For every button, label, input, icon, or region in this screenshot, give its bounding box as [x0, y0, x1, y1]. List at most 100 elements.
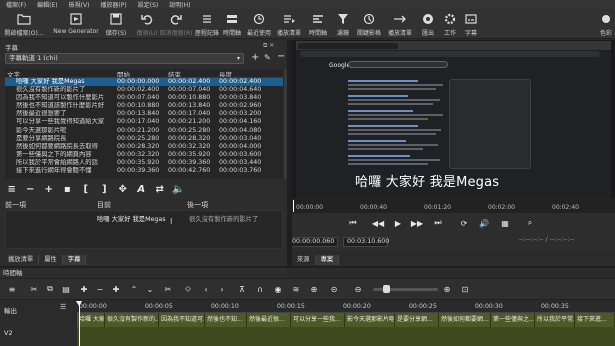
menu-settings[interactable]: 設定(S)	[138, 0, 159, 9]
subtitle-clip[interactable]: 然後也不知...	[205, 313, 247, 327]
table-row[interactable]: 所以我於平常會給網路人的話 00:00:35.920 00:00:39.360 00:…	[5, 159, 283, 167]
tab-properties[interactable]: 屬性	[39, 255, 63, 265]
timeline-button[interactable]: 時間軸	[306, 11, 330, 38]
playlist-button[interactable]: 播放清單	[275, 11, 303, 38]
tab-playlist[interactable]: 播放清單	[3, 255, 40, 265]
filters-button[interactable]: 濾鏡	[334, 11, 352, 38]
set-end-icon[interactable]: ]	[98, 183, 112, 196]
cut-icon[interactable]: ✂	[28, 283, 40, 295]
menu-player[interactable]: 播放器(P)	[100, 0, 126, 9]
tab-subtitles[interactable]: 字幕	[62, 255, 87, 265]
table-row[interactable]: 接下來進行網年得會聽不懂 00:00:39.360 00:00:42.760 00:0…	[5, 167, 283, 175]
remove-track-icon[interactable]: −	[277, 51, 285, 62]
player-ruler[interactable]: 00:00:00 00:00:40 00:01:20 00:02:00 00:0…	[292, 198, 615, 213]
subtitle-track[interactable]: 哈囉 大家...很久沒有製作新的...因為我不知道可...然後也不知...然後最…	[77, 313, 615, 327]
keyframes-button[interactable]: 關鍵影格	[356, 11, 382, 38]
current-timecode[interactable]: 00:00:00.060	[288, 237, 338, 247]
current-subtitle-text[interactable]: 哈囉 大家好 我是Megas	[97, 214, 166, 223]
tab-project[interactable]: 專案	[315, 255, 340, 265]
col-text[interactable]: 文字	[5, 69, 117, 77]
copy-icon[interactable]: ⧉	[44, 283, 56, 295]
undo-button[interactable]: 復原(U)	[135, 11, 159, 38]
history-log-button[interactable]: 播放清單	[386, 11, 414, 38]
edit-track-icon[interactable]: ✎	[264, 53, 271, 62]
subtitle-clip[interactable]: 所以我於平常...	[535, 313, 575, 327]
subtitle-clip[interactable]: 很久沒有製作新的...	[105, 313, 159, 327]
export-button[interactable]: 匯出	[418, 11, 438, 38]
menu-lines-icon[interactable]: ≡	[6, 283, 18, 295]
open-file-button[interactable]: 開啟檔案(O)...	[2, 11, 46, 38]
timeline-ruler[interactable]: 00:00:00 00:00:05 00:00:10 00:00:15 00:0…	[77, 301, 615, 313]
table-row[interactable]: 是要分享網路院長 00:00:25.280 00:00:28.320 00:00:03…	[5, 135, 283, 143]
tab-source[interactable]: 來源	[292, 255, 316, 265]
subtitle-clip[interactable]: 接下來進...	[575, 313, 615, 327]
subtitles-button[interactable]: 字幕	[461, 11, 481, 38]
table-row[interactable]: 很久沒有製作新的影片了 00:00:02.400 00:00:07.040 00:00…	[5, 86, 283, 94]
table-row[interactable]: 然後如何都要網路院長去取得 00:00:28.320 00:00:32.320 00:…	[5, 143, 283, 151]
overwrite-icon[interactable]: ▪	[61, 183, 75, 196]
subtitle-clip[interactable]: 然後如何都要網...	[439, 313, 491, 327]
add-subtitle-icon[interactable]: +	[42, 183, 56, 196]
burn-in-icon[interactable]: A	[135, 183, 149, 196]
timeline-toggle-button[interactable]: 時間軸	[222, 11, 242, 38]
track-menu-icon[interactable]: ☰	[60, 303, 66, 311]
history-button[interactable]: 歷程記錄	[195, 11, 219, 38]
remove-subtitle-icon[interactable]: −	[24, 183, 38, 196]
up-icon[interactable]: ⌃	[128, 283, 140, 295]
timeline-playhead-handle[interactable]	[76, 301, 82, 306]
fast-forward-icon[interactable]: ▶▶	[411, 217, 423, 229]
col-start[interactable]: 開始	[117, 69, 168, 77]
ripple-all-icon[interactable]: ⊕	[308, 283, 320, 295]
menu-file[interactable]: 檔案(F)	[6, 0, 26, 9]
ripple-icon[interactable]: ≋	[290, 283, 302, 295]
down-icon[interactable]: ⌄	[144, 283, 156, 295]
track-v2-name[interactable]: V2	[4, 329, 13, 337]
track-output-name[interactable]: 輸出	[4, 305, 17, 315]
jobs-button[interactable]: 工作	[440, 11, 460, 38]
set-start-icon[interactable]: [	[79, 183, 93, 196]
track-v2[interactable]	[77, 327, 615, 346]
play-icon[interactable]: ▶	[392, 217, 404, 229]
redo-button[interactable]: 取消復原(R)	[160, 11, 192, 38]
zoom-fit-icon[interactable]: ⊡	[459, 283, 471, 295]
subtitle-clip[interactable]: 因為我不知道可...	[159, 313, 205, 327]
grid-icon[interactable]: ▦	[499, 217, 511, 229]
next-marker-icon[interactable]: ›	[216, 283, 228, 295]
volume-icon[interactable]: 🔊	[478, 217, 490, 229]
subtitle-track-combo[interactable]: 字幕軌道 1 (chi) ▾	[5, 53, 244, 64]
skip-start-icon[interactable]: ⏮	[347, 217, 359, 229]
subtitle-clip[interactable]: 是要分享網...	[395, 313, 439, 327]
ripple-delete-icon[interactable]: −	[94, 283, 106, 295]
player-playhead[interactable]	[293, 200, 294, 212]
zoom-in-icon[interactable]: ⊕	[441, 283, 453, 295]
zoom-out-icon[interactable]: ⊖	[352, 283, 364, 295]
ripple-markers-icon[interactable]: ⊝	[328, 283, 340, 295]
add-track-icon[interactable]: +	[251, 52, 259, 63]
table-row[interactable]: 然後最近很想要了 00:00:13.840 00:00:17.040 00:00:03…	[5, 110, 283, 118]
generate-text-icon[interactable]: ⇄	[153, 183, 167, 196]
scrub-icon[interactable]: ◉	[272, 283, 284, 295]
magnet-icon[interactable]: ∩	[254, 283, 266, 295]
table-row[interactable]: 然後也不知道該製作什麼影片好 00:00:10.880 00:00:13.840 00…	[5, 102, 283, 110]
snap-icon[interactable]: ⊼	[236, 283, 248, 295]
timeline-playhead[interactable]	[79, 303, 80, 346]
append-icon[interactable]: ✚	[78, 283, 90, 295]
subtitle-clip[interactable]: 可以分享一些我...	[291, 313, 345, 327]
rewind-icon[interactable]: ◀◀	[372, 217, 384, 229]
recent-button[interactable]: 最近使用	[245, 11, 273, 38]
vertical-splitter[interactable]	[287, 40, 292, 266]
menu-lines-icon[interactable]: ≡	[5, 183, 19, 196]
menu-help[interactable]: 說明(H)	[169, 0, 190, 9]
panel-float-close-icon[interactable]: ⧉ ✕	[263, 42, 274, 50]
zoom-slider-handle[interactable]	[383, 285, 390, 293]
move-icon[interactable]: ✥	[116, 183, 130, 196]
save-button[interactable]: 儲存(S)	[104, 11, 128, 38]
menu-edit[interactable]: 編輯(E)	[37, 0, 57, 9]
lift-icon[interactable]: ✚	[110, 283, 122, 295]
loop-icon[interactable]: ⟳	[458, 217, 470, 229]
table-row[interactable]: 哈囉 大家好 我是Megas 00:00:00.000 00:00:02.400 00…	[5, 78, 283, 87]
subtitle-clip[interactable]: 影今天選那影片呢	[345, 313, 395, 327]
table-row[interactable]: 影今天選那影片呢 00:00:21.200 00:00:25.280 00:00:04…	[5, 127, 283, 135]
zoom-icon[interactable]: ⌕	[524, 217, 536, 229]
subtitle-clip[interactable]: 第一些僅與之...	[491, 313, 535, 327]
